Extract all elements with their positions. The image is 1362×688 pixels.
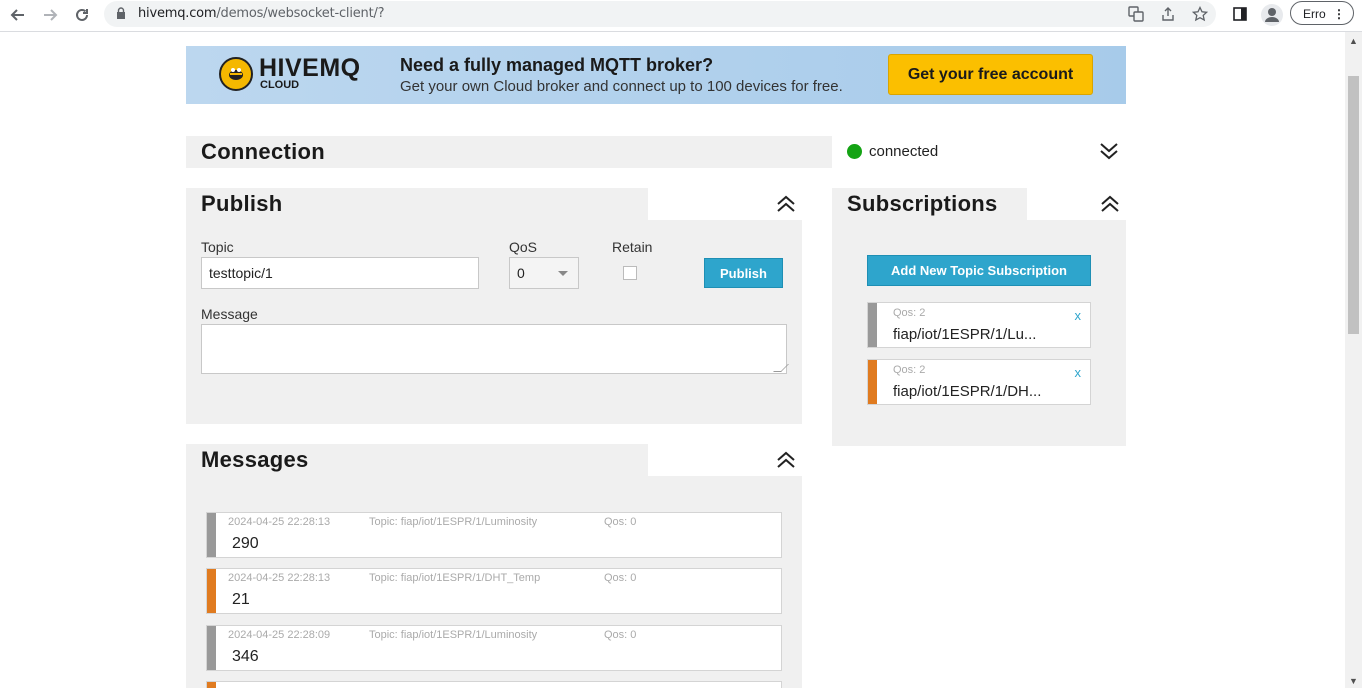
url-host: hivemq.com <box>138 6 217 21</box>
textarea-resize-handle[interactable] <box>773 364 789 372</box>
message-item: 2024-04-25 22:28:13 Topic: fiap/iot/1ESP… <box>206 568 782 614</box>
subscription-topic: fiap/iot/1ESPR/1/Lu... <box>893 326 1037 343</box>
message-color-bar <box>207 682 216 688</box>
scrollbar-thumb[interactable] <box>1348 76 1359 334</box>
add-topic-subscription-button[interactable]: Add New Topic Subscription <box>867 255 1091 286</box>
kebab-menu-icon[interactable]: ⋮ <box>1333 2 1345 26</box>
topic-label: Topic <box>201 239 234 255</box>
subscription-qos: Qos: 2 <box>893 364 926 376</box>
message-item: 2024-04-25 22:28:09 Topic: fiap/iot/1ESP… <box>206 625 782 671</box>
lock-icon <box>117 7 125 19</box>
message-payload: 21 <box>232 591 250 608</box>
collapse-subscriptions-chevron-icon[interactable] <box>1100 194 1120 214</box>
publish-topic-input[interactable]: testtopic/1 <box>201 257 479 289</box>
scroll-down-arrow-icon[interactable]: ▼ <box>1349 676 1358 686</box>
message-qos: Qos: 0 <box>604 629 637 641</box>
publish-message-textarea[interactable] <box>201 324 789 374</box>
banner-subtext: Get your own Cloud broker and connect up… <box>400 78 843 95</box>
address-bar[interactable]: hivemq.com/demos/websocket-client/? <box>104 1 1216 27</box>
hivemq-bee-logo-icon <box>219 57 253 91</box>
message-topic: Topic: fiap/iot/1ESPR/1/Luminosity <box>369 516 538 528</box>
subscription-item[interactable]: Qos: 2 fiap/iot/1ESPR/1/Lu... x <box>867 302 1091 348</box>
connection-title: Connection <box>201 139 325 164</box>
collapse-publish-chevron-icon[interactable] <box>776 194 796 214</box>
message-qos: Qos: 0 <box>604 516 637 528</box>
subscription-item[interactable]: Qos: 2 fiap/iot/1ESPR/1/DH... x <box>867 359 1091 405</box>
message-timestamp: 2024-04-25 22:28:09 <box>228 629 331 641</box>
translate-icon[interactable] <box>1126 4 1146 24</box>
message-item-partial <box>206 681 782 688</box>
profile-error-button[interactable]: Erro ⋮ <box>1290 1 1354 25</box>
publish-title: Publish <box>201 191 283 216</box>
qos-select-value: 0 <box>517 265 525 281</box>
banner-heading: Need a fully managed MQTT broker? <box>400 55 714 75</box>
unsubscribe-button[interactable]: x <box>1075 365 1082 380</box>
subscription-color-bar <box>868 360 877 404</box>
profile-avatar-icon[interactable] <box>1261 4 1283 26</box>
page-scrollbar[interactable]: ▲ ▼ <box>1345 32 1362 688</box>
message-qos: Qos: 0 <box>604 572 637 584</box>
message-topic: Topic: fiap/iot/1ESPR/1/Luminosity <box>369 629 538 641</box>
hivemq-cloud-banner: HIVEMQ CLOUD Need a fully managed MQTT b… <box>186 46 1126 104</box>
get-free-account-button[interactable]: Get your free account <box>888 54 1093 95</box>
message-payload: 290 <box>232 535 259 552</box>
retain-label: Retain <box>612 239 653 255</box>
publish-panel <box>186 188 802 424</box>
subscription-qos: Qos: 2 <box>893 307 926 319</box>
profile-error-label: Erro <box>1303 7 1326 21</box>
messages-title: Messages <box>201 447 309 472</box>
subscriptions-title: Subscriptions <box>847 191 998 216</box>
unsubscribe-button[interactable]: x <box>1075 308 1082 323</box>
connection-status-text: connected <box>869 143 939 160</box>
message-color-bar <box>207 513 216 557</box>
reload-icon[interactable] <box>69 2 95 28</box>
subscription-topic: fiap/iot/1ESPR/1/DH... <box>893 383 1042 400</box>
message-timestamp: 2024-04-25 22:28:13 <box>228 516 331 528</box>
message-payload: 346 <box>232 648 259 665</box>
qos-label: QoS <box>509 239 538 255</box>
message-color-bar <box>207 569 216 613</box>
message-item: 2024-04-25 22:28:13 Topic: fiap/iot/1ESP… <box>206 512 782 558</box>
browser-toolbar: hivemq.com/demos/websocket-client/? Erro… <box>0 0 1362 32</box>
side-panel-icon[interactable] <box>1230 4 1250 24</box>
retain-checkbox[interactable] <box>623 266 637 280</box>
subscription-color-bar <box>868 303 877 347</box>
qos-select[interactable]: 0 <box>509 257 579 289</box>
connection-status-indicator <box>847 144 862 159</box>
message-topic: Topic: fiap/iot/1ESPR/1/DHT_Temp <box>369 572 541 584</box>
message-timestamp: 2024-04-25 22:28:13 <box>228 572 331 584</box>
bookmark-star-icon[interactable] <box>1190 4 1210 24</box>
message-label: Message <box>201 306 258 322</box>
publish-topic-value: testtopic/1 <box>209 265 273 281</box>
expand-connection-chevron-icon[interactable] <box>1099 141 1119 161</box>
collapse-messages-chevron-icon[interactable] <box>776 450 796 470</box>
dropdown-arrow-icon <box>558 271 568 276</box>
scroll-up-arrow-icon[interactable]: ▲ <box>1349 36 1358 46</box>
url-text: hivemq.com/demos/websocket-client/? <box>138 6 385 21</box>
url-path: /demos/websocket-client/? <box>216 6 385 21</box>
share-icon[interactable] <box>1158 4 1178 24</box>
publish-button[interactable]: Publish <box>704 258 783 288</box>
hivemq-logo-subtext: CLOUD <box>260 79 300 91</box>
forward-arrow-icon[interactable] <box>37 2 63 28</box>
back-arrow-icon[interactable] <box>5 2 31 28</box>
message-color-bar <box>207 626 216 670</box>
